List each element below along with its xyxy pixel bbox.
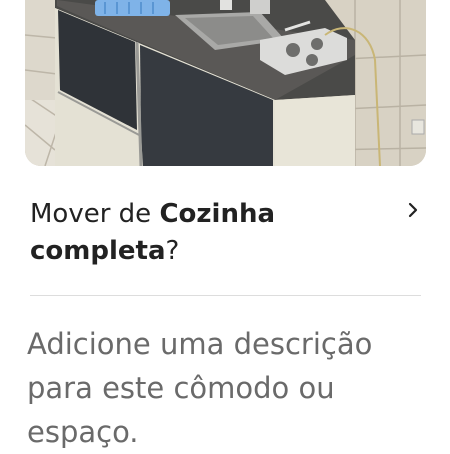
- chevron-right-icon[interactable]: [405, 202, 421, 218]
- room-photo[interactable]: [25, 0, 426, 166]
- room-title-row[interactable]: Mover de Cozinha completa?: [30, 196, 425, 276]
- title-suffix: ?: [165, 236, 180, 266]
- description-prompt[interactable]: Adicione uma descrição para este cômodo …: [27, 322, 427, 454]
- kitchen-photo-illustration: [25, 0, 426, 166]
- room-title: Mover de Cozinha completa?: [30, 196, 380, 270]
- divider: [30, 295, 421, 296]
- title-prefix: Mover de: [30, 199, 160, 229]
